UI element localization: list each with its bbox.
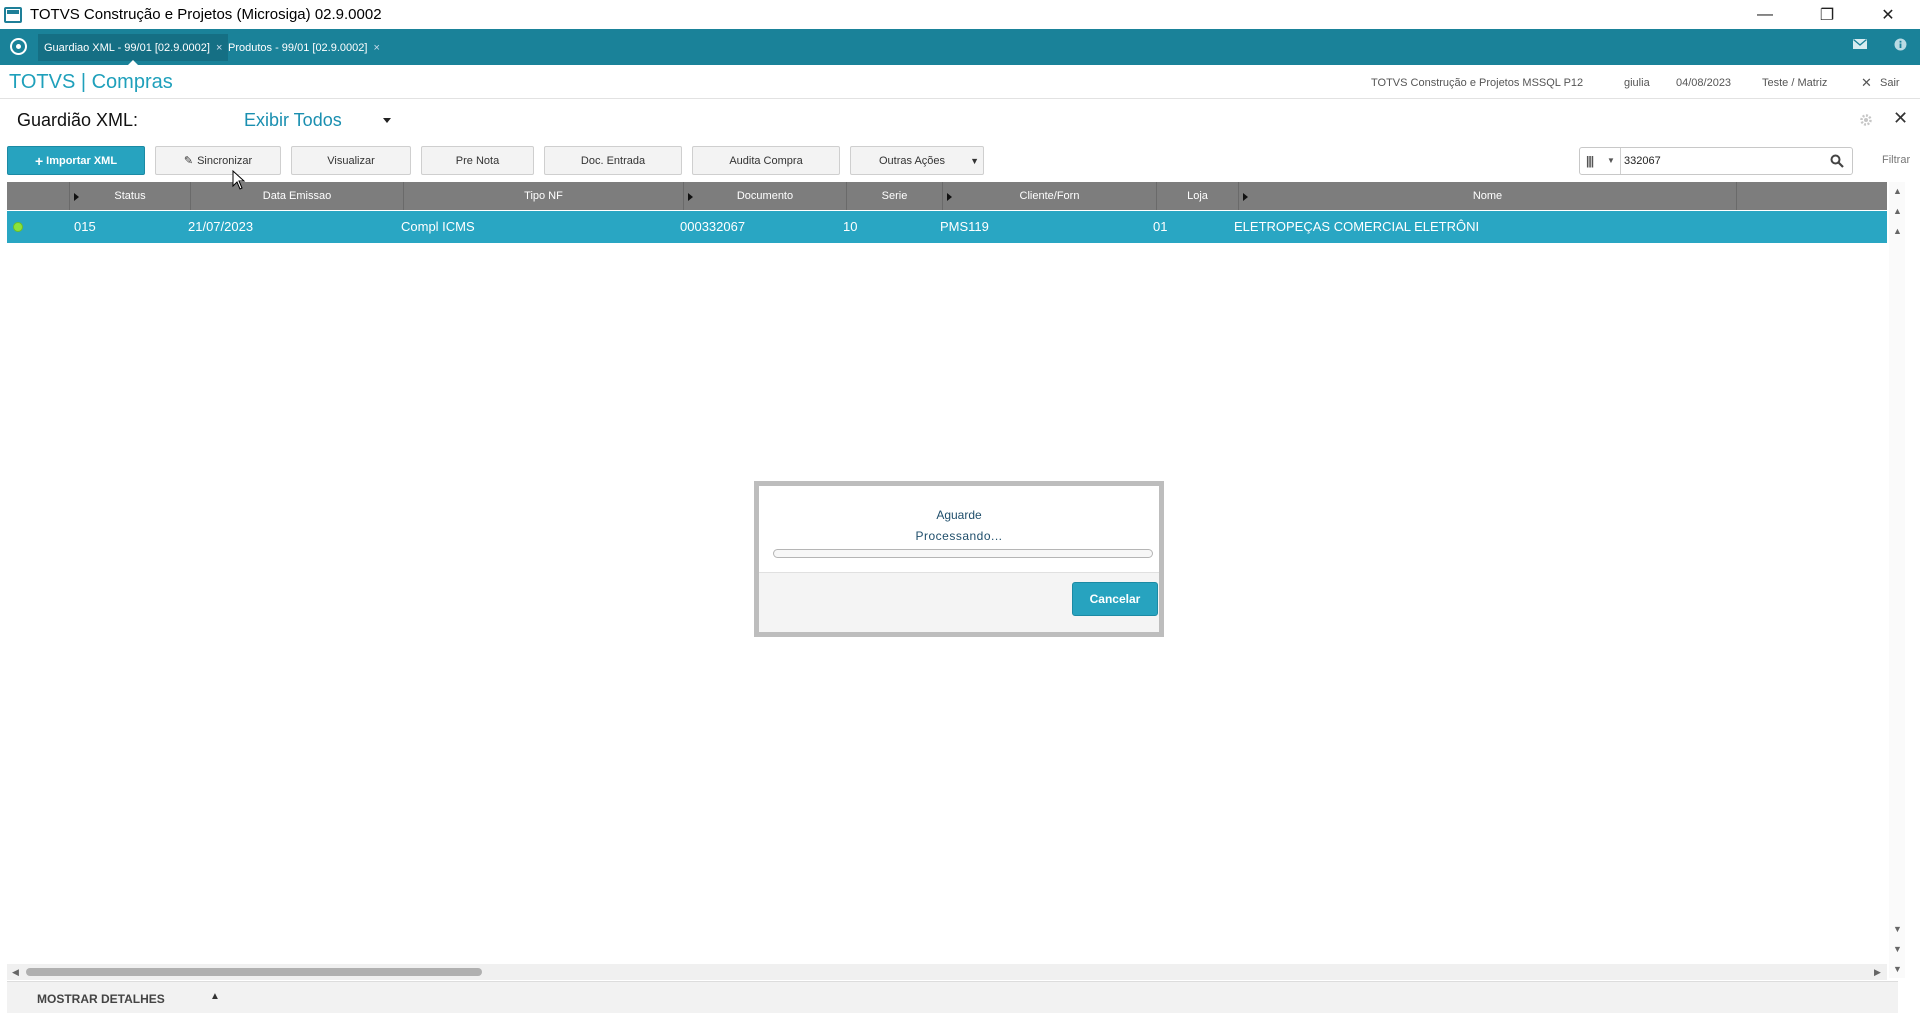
import-xml-button[interactable]: + Importar XML <box>7 146 145 175</box>
page-title: Guardião XML: <box>17 110 139 130</box>
tab-produtos[interactable]: Produtos - 99/01 [02.9.0002] × <box>222 34 386 61</box>
view-filter-select[interactable]: Exibir Todos <box>244 110 342 131</box>
module-brand: TOTVS | Compras <box>9 71 173 93</box>
dialog-title: Aguarde <box>936 508 982 522</box>
scroll-right-icon[interactable]: ▶ <box>1874 967 1881 978</box>
show-details-label[interactable]: MOSTRAR DETALHES <box>37 992 165 1006</box>
logout-icon[interactable]: ✕ <box>1861 75 1872 91</box>
search-input[interactable] <box>1624 151 1824 171</box>
status-indicator <box>13 222 23 232</box>
module-header: TOTVS | Compras TOTVS Construção e Proje… <box>0 65 1920 99</box>
close-page-icon[interactable]: ✕ <box>1893 108 1908 129</box>
pencil-icon: ✎ <box>183 155 194 167</box>
outras-acoes-label: Outras Ações <box>879 154 946 167</box>
sync-label: Sincronizar <box>197 154 253 167</box>
column-header-documento[interactable]: Documento <box>684 182 847 210</box>
dialog-message: Processando... <box>915 529 1003 543</box>
app-window: TOTVS Construção e Projetos (Microsiga) … <box>0 0 1920 1022</box>
app-icon <box>4 6 22 23</box>
column-header-nome[interactable]: Nome <box>1239 182 1737 210</box>
cell-cliente-forn: PMS119 <box>940 219 989 234</box>
cell-documento: 000332067 <box>680 219 746 234</box>
tab-guardiao-xml[interactable]: Guardiao XML - 99/01 [02.9.0002] × <box>38 34 229 66</box>
table-row[interactable]: 015 21/07/2023 Compl ICMS 000332067 10 P… <box>7 211 1887 243</box>
chevron-up-icon[interactable]: ▲ <box>210 991 220 1002</box>
horizontal-scroll-thumb[interactable] <box>26 968 482 976</box>
column-header-serie[interactable]: Serie <box>847 182 943 210</box>
progress-bar <box>773 549 1153 558</box>
column-header-tipo-nf[interactable]: Tipo NF <box>404 182 684 210</box>
tab-close-icon[interactable]: × <box>373 42 379 54</box>
scroll-page-down-icon[interactable]: ▼ <box>1893 944 1902 954</box>
chevron-down-icon[interactable]: ▼ <box>1607 156 1615 165</box>
session-date: 04/08/2023 <box>1676 77 1732 89</box>
cell-status: 015 <box>74 219 96 234</box>
scroll-page-up-icon[interactable]: ▲ <box>1893 206 1902 216</box>
window-title: TOTVS Construção e Projetos (Microsiga) … <box>30 6 382 23</box>
mail-icon[interactable] <box>1853 39 1867 49</box>
grid-header: Status Data Emissao Tipo NF Documento Se… <box>7 182 1887 210</box>
divider <box>1620 148 1621 174</box>
branch-name: Teste / Matriz <box>1762 77 1828 89</box>
close-window-button[interactable]: ✕ <box>1865 0 1911 29</box>
user-name: giulia <box>1624 77 1650 89</box>
logout-link[interactable]: Sair <box>1880 77 1900 89</box>
chevron-down-icon[interactable] <box>383 118 391 123</box>
scroll-up-icon[interactable]: ▲ <box>1893 186 1902 196</box>
restore-button[interactable]: ❐ <box>1804 0 1850 29</box>
vertical-scrollbar[interactable]: ▲ ▲ ▲ ▼ ▼ ▼ <box>1889 182 1905 978</box>
filter-label[interactable]: Filtrar <box>1882 154 1910 166</box>
page-header: Guardião XML: Exibir Todos ✕ <box>0 100 1920 140</box>
view-button[interactable]: Visualizar <box>291 146 411 175</box>
pre-nota-button[interactable]: Pre Nota <box>421 146 534 175</box>
cell-tipo-nf: Compl ICMS <box>401 219 475 234</box>
column-header-data-emissao[interactable]: Data Emissao <box>191 182 404 210</box>
plus-icon: + <box>34 152 44 169</box>
column-header-cliente-forn[interactable]: Cliente/Forn <box>943 182 1157 210</box>
scroll-down-icon[interactable]: ▼ <box>1893 964 1902 974</box>
scroll-bottom-icon[interactable]: ▼ <box>1893 924 1902 934</box>
tab-bar: Guardiao XML - 99/01 [02.9.0002] × Produ… <box>0 29 1920 66</box>
company-name: TOTVS Construção e Projetos MSSQL P12 <box>1371 77 1584 89</box>
home-icon[interactable] <box>10 38 27 55</box>
sync-button[interactable]: ✎ Sincronizar <box>155 146 281 175</box>
cancel-button[interactable]: Cancelar <box>1072 582 1158 616</box>
column-header-status[interactable]: Status <box>70 182 191 210</box>
cell-loja: 01 <box>1153 219 1168 234</box>
mouse-cursor-icon <box>232 170 246 190</box>
details-footer[interactable]: MOSTRAR DETALHES ▲ <box>7 981 1898 1013</box>
column-header-loja[interactable]: Loja <box>1157 182 1239 210</box>
columns-view-icon[interactable]: ||| <box>1586 154 1594 168</box>
gear-icon[interactable] <box>1859 113 1873 127</box>
cell-data-emissao: 21/07/2023 <box>188 219 254 234</box>
processing-dialog: Aguarde Processando... Cancelar <box>754 481 1164 637</box>
column-header-marker <box>7 182 70 210</box>
outras-acoes-button[interactable]: Outras Ações ▼ <box>850 146 984 175</box>
tab-label: Guardiao XML - 99/01 [02.9.0002] <box>44 41 210 54</box>
minimize-button[interactable]: — <box>1742 0 1788 29</box>
cell-serie: 10 <box>843 219 858 234</box>
doc-entrada-button[interactable]: Doc. Entrada <box>544 146 682 175</box>
title-bar: TOTVS Construção e Projetos (Microsiga) … <box>0 0 1920 29</box>
scroll-left-icon[interactable]: ◀ <box>12 967 19 978</box>
search-box: ||| ▼ <box>1579 147 1853 175</box>
search-icon[interactable] <box>1830 154 1844 168</box>
tab-label: Produtos - 99/01 [02.9.0002] <box>228 41 368 54</box>
chevron-down-icon: ▼ <box>970 155 979 166</box>
import-xml-label: Importar XML <box>46 154 118 167</box>
cell-nome: ELETROPEÇAS COMERCIAL ELETRÔNI <box>1234 219 1480 234</box>
scroll-top-icon[interactable]: ▲ <box>1893 226 1902 236</box>
audita-compra-button[interactable]: Audita Compra <box>692 146 840 175</box>
help-icon[interactable] <box>1894 38 1907 51</box>
